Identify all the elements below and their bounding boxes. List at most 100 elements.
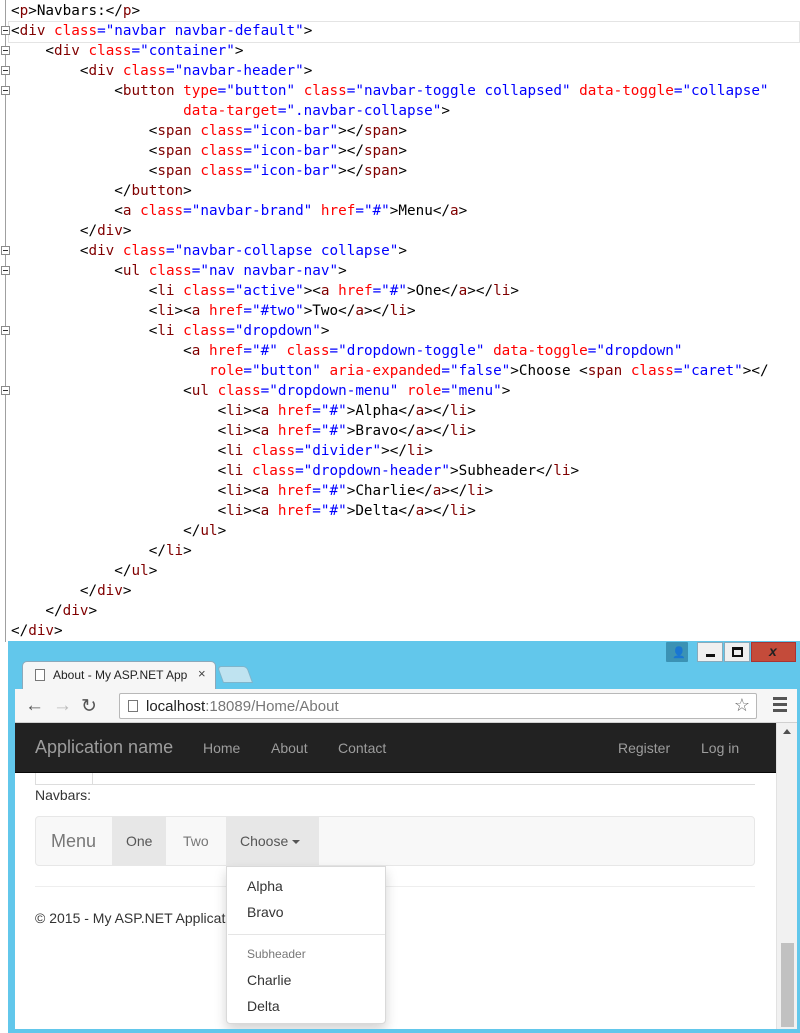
code-line: <li><a href="#two">Two</a></li> bbox=[0, 301, 800, 321]
choose-label: Choose bbox=[240, 833, 289, 849]
code-line: <span class="icon-bar"></span> bbox=[0, 141, 800, 161]
browser-tab-about[interactable]: About - My ASP.NET Appl × bbox=[22, 661, 216, 689]
code-line: <a href="#" class="dropdown-toggle" data… bbox=[0, 341, 800, 361]
code-text: <ul class="dropdown-menu" role="menu"> bbox=[11, 383, 511, 399]
demo-nav-two[interactable]: Two bbox=[169, 817, 223, 865]
code-line: </button> bbox=[0, 181, 800, 201]
code-line: <ul class="nav navbar-nav"> bbox=[0, 261, 800, 281]
code-line: <div class="navbar-collapse collapse"> bbox=[0, 241, 800, 261]
code-text: <div class="container"> bbox=[11, 43, 244, 59]
code-text: <button type="button" class="navbar-togg… bbox=[11, 83, 769, 99]
code-line: </li> bbox=[0, 541, 800, 561]
code-text: <li><a href="#">Delta</a></li> bbox=[11, 503, 476, 519]
code-line: </div> bbox=[0, 621, 800, 641]
code-text: <div class="navbar-header"> bbox=[11, 63, 313, 79]
maximize-button[interactable] bbox=[724, 642, 750, 662]
code-text: </div> bbox=[11, 603, 98, 619]
reload-icon[interactable]: ↻ bbox=[81, 695, 97, 718]
code-text: <div class="navbar navbar-default"> bbox=[11, 23, 313, 39]
page-icon bbox=[35, 669, 45, 681]
code-text: <li><a href="#">Charlie</a></li> bbox=[11, 483, 494, 499]
demo-nav-one[interactable]: One bbox=[112, 817, 167, 865]
code-line: role="button" aria-expanded="false">Choo… bbox=[0, 361, 800, 381]
code-line: <div class="navbar navbar-default"> bbox=[0, 21, 800, 41]
maximize-icon bbox=[732, 647, 743, 657]
dropdown-subheader: Subheader bbox=[247, 947, 306, 961]
code-line: <li class="dropdown"> bbox=[0, 321, 800, 341]
caret-down-icon bbox=[292, 840, 301, 845]
vertical-scrollbar[interactable] bbox=[776, 723, 797, 1029]
code-text: </li> bbox=[11, 543, 192, 559]
close-window-button[interactable]: x bbox=[751, 642, 796, 662]
code-line: <li class="dropdown-header">Subheader</l… bbox=[0, 461, 800, 481]
footer-copyright: © 2015 - My ASP.NET Application bbox=[35, 910, 230, 926]
app-navbar: Application name Home About Contact Regi… bbox=[15, 723, 776, 773]
dropdown-divider bbox=[228, 934, 385, 935]
code-line: </div> bbox=[0, 581, 800, 601]
new-tab-button[interactable] bbox=[216, 666, 254, 683]
fold-toggle-icon[interactable] bbox=[1, 46, 10, 55]
fold-toggle-icon[interactable] bbox=[1, 66, 10, 75]
code-line: <p>Navbars:</p> bbox=[0, 1, 800, 21]
nav-login[interactable]: Log in bbox=[701, 740, 739, 756]
code-line: <button type="button" class="navbar-togg… bbox=[0, 81, 800, 101]
url-path: :18089/Home/About bbox=[205, 698, 339, 715]
demo-navbar: Menu One Two Choose bbox=[35, 816, 755, 866]
address-bar[interactable]: localhost:18089/Home/About ☆ bbox=[119, 693, 757, 719]
app-brand[interactable]: Application name bbox=[35, 737, 173, 758]
dropdown-item-alpha[interactable]: Alpha bbox=[247, 878, 283, 894]
code-line: data-target=".navbar-collapse"> bbox=[0, 101, 800, 121]
demo-navbar-brand[interactable]: Menu bbox=[51, 831, 96, 852]
browser-menu-icon[interactable] bbox=[773, 697, 787, 715]
bookmark-star-icon[interactable]: ☆ bbox=[734, 695, 750, 716]
fold-toggle-icon[interactable] bbox=[1, 326, 10, 335]
code-line: <a class="navbar-brand" href="#">Menu</a… bbox=[0, 201, 800, 221]
content-separator bbox=[35, 773, 755, 785]
code-text: <span class="icon-bar"></span> bbox=[11, 123, 407, 139]
forward-icon[interactable]: → bbox=[53, 695, 72, 717]
code-line: <span class="icon-bar"></span> bbox=[0, 161, 800, 181]
browser-window: 👤 x About - My ASP.NET Appl × ← → ↻ loca… bbox=[8, 641, 800, 1033]
minimize-button[interactable] bbox=[697, 642, 723, 662]
code-text: <span class="icon-bar"></span> bbox=[11, 163, 407, 179]
code-text: <a class="navbar-brand" href="#">Menu</a… bbox=[11, 203, 468, 219]
url-host: localhost bbox=[146, 698, 206, 715]
code-line: </ul> bbox=[0, 561, 800, 581]
scroll-up-icon[interactable] bbox=[783, 729, 791, 734]
back-icon[interactable]: ← bbox=[25, 695, 44, 717]
code-line: <div class="navbar-header"> bbox=[0, 61, 800, 81]
fold-toggle-icon[interactable] bbox=[1, 26, 10, 35]
dropdown-item-bravo[interactable]: Bravo bbox=[247, 904, 284, 920]
nav-about[interactable]: About bbox=[271, 740, 308, 756]
url-text: localhost:18089/Home/About bbox=[146, 698, 339, 715]
footer-divider bbox=[35, 886, 755, 887]
code-line: <li><a href="#">Alpha</a></li> bbox=[0, 401, 800, 421]
code-line: <li><a href="#">Charlie</a></li> bbox=[0, 481, 800, 501]
demo-nav-choose-dropdown[interactable]: Choose bbox=[226, 817, 319, 865]
fold-toggle-icon[interactable] bbox=[1, 266, 10, 275]
dropdown-item-delta[interactable]: Delta bbox=[247, 998, 280, 1014]
code-text: <div class="navbar-collapse collapse"> bbox=[11, 243, 407, 259]
code-text: role="button" aria-expanded="false">Choo… bbox=[208, 363, 769, 379]
scrollbar-thumb[interactable] bbox=[781, 943, 794, 1027]
tab-title: About - My ASP.NET Appl bbox=[53, 668, 188, 682]
code-line: <div class="container"> bbox=[0, 41, 800, 61]
code-line: </div> bbox=[0, 221, 800, 241]
fold-toggle-icon[interactable] bbox=[1, 86, 10, 95]
tab-close-icon[interactable]: × bbox=[198, 666, 206, 681]
code-line: <li><a href="#">Delta</a></li> bbox=[0, 501, 800, 521]
code-editor[interactable]: <p>Navbars:</p> <div class="navbar navbar… bbox=[0, 0, 800, 642]
nav-register[interactable]: Register bbox=[618, 740, 670, 756]
nav-contact[interactable]: Contact bbox=[338, 740, 386, 756]
nav-home[interactable]: Home bbox=[203, 740, 240, 756]
fold-toggle-icon[interactable] bbox=[1, 386, 10, 395]
dropdown-item-charlie[interactable]: Charlie bbox=[247, 972, 291, 988]
code-line: <li class="active"><a href="#">One</a></… bbox=[0, 281, 800, 301]
code-text: </div> bbox=[11, 583, 132, 599]
code-text: <ul class="nav navbar-nav"> bbox=[11, 263, 347, 279]
code-line: <ul class="dropdown-menu" role="menu"> bbox=[0, 381, 800, 401]
user-icon[interactable]: 👤 bbox=[666, 642, 688, 662]
dropdown-menu: Alpha Bravo Subheader Charlie Delta bbox=[226, 866, 386, 1024]
fold-toggle-icon[interactable] bbox=[1, 246, 10, 255]
code-text: <li class="dropdown"> bbox=[11, 323, 330, 339]
